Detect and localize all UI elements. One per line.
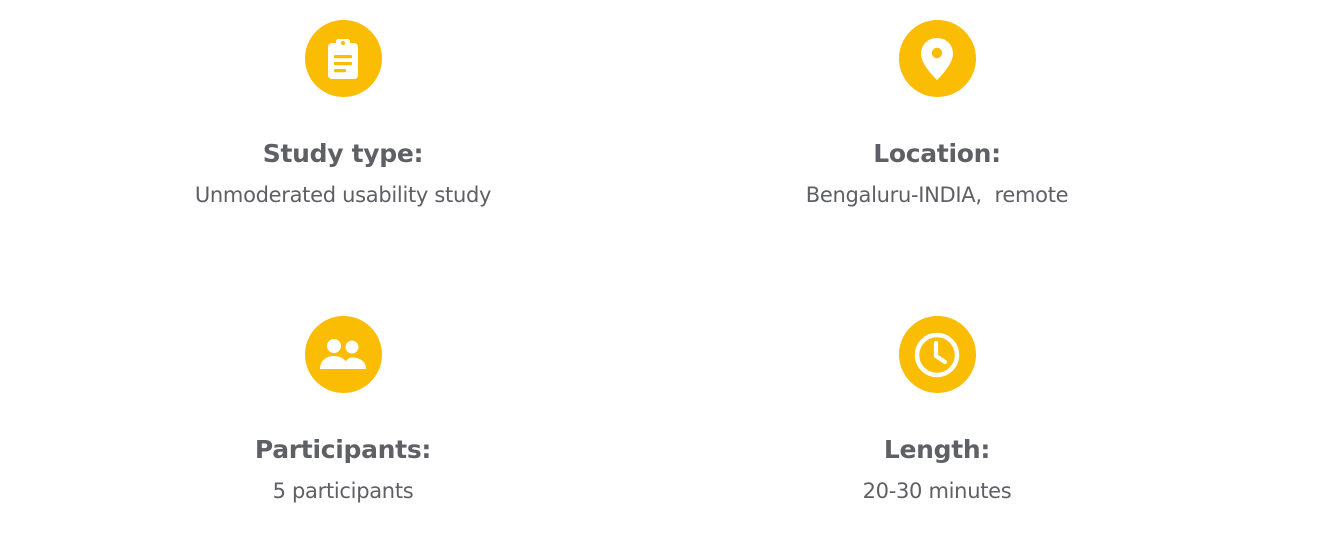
participants-label: Participants: [254,435,432,464]
length-value: 20-30 minutes [862,479,1012,503]
participants-value: 5 participants [272,479,414,503]
length-label: Length: [883,435,991,464]
clipboard-icon [304,20,382,97]
study-type-label: Study type: [262,139,424,168]
location-card: Location: Bengaluru-INDIA, remote [687,20,1187,210]
people-icon [304,316,382,393]
participants-card: Participants: 5 participants [93,316,593,506]
study-type-value: Unmoderated usability study [194,183,492,207]
study-type-card: Study type: Unmoderated usability study [93,20,593,210]
location-pin-icon [898,20,976,97]
location-value: Bengaluru-INDIA, remote [805,183,1069,207]
length-card: Length: 20-30 minutes [687,316,1187,506]
location-label: Location: [873,139,1001,168]
clock-icon [898,316,976,393]
